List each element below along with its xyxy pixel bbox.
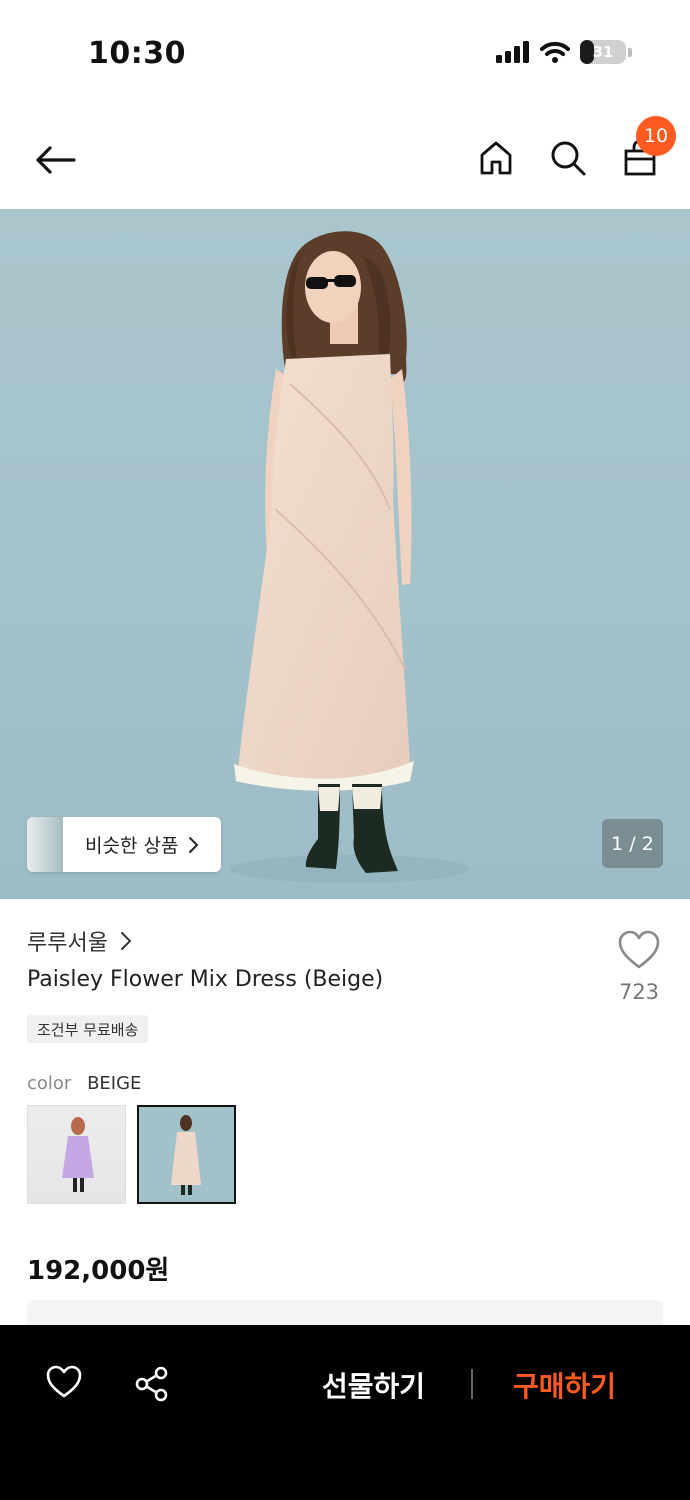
status-icons: 31: [496, 40, 632, 64]
bottom-action-bar: 선물하기 구매하기: [0, 1325, 690, 1500]
product-price: 192,000원: [27, 1256, 170, 1286]
cart-count-badge: 10: [636, 116, 676, 156]
product-name: Paisley Flower Mix Dress (Beige): [27, 967, 384, 992]
bottom-bar-divider: [471, 1369, 473, 1399]
home-icon: [480, 141, 512, 175]
arrow-left-icon: [36, 146, 76, 174]
wishlist-bottom-button[interactable]: [45, 1365, 85, 1405]
cellular-signal-icon: [496, 41, 529, 63]
share-button[interactable]: [133, 1365, 173, 1405]
swatch-photo: [171, 1115, 201, 1195]
status-time: 10:30: [88, 36, 186, 71]
status-bar: 10:30 31: [0, 0, 690, 110]
similar-products-label: 비슷한 상품: [85, 835, 179, 857]
like-count: 723: [618, 980, 660, 1004]
chevron-right-icon: [120, 932, 132, 950]
wishlist-button[interactable]: 723: [612, 930, 666, 1004]
battery-cap: [628, 47, 632, 57]
color-label: color: [27, 1073, 72, 1094]
heart-icon: [618, 930, 660, 969]
color-option-beige[interactable]: [137, 1105, 236, 1204]
swatch-photo: [62, 1117, 94, 1192]
search-icon: [551, 141, 586, 176]
similar-products-button[interactable]: 비슷한 상품: [27, 817, 221, 872]
brand-link[interactable]: 루루서울: [27, 925, 136, 957]
gift-button[interactable]: 선물하기: [322, 1365, 425, 1405]
battery-percent: 31: [592, 43, 614, 61]
top-nav: [0, 110, 690, 210]
color-row: color BEIGE: [27, 1073, 141, 1094]
heart-icon: [46, 1365, 82, 1398]
chevron-right-icon: [189, 836, 199, 853]
product-photo: [230, 231, 470, 883]
brand-name: 루루서울: [27, 931, 108, 956]
image-pager: 1 / 2: [602, 819, 663, 868]
buy-button[interactable]: 구매하기: [513, 1365, 616, 1405]
shipping-badge: 조건부 무료배송: [27, 1015, 149, 1043]
battery-icon: 31: [580, 40, 626, 64]
similar-products-thumbnail: [27, 817, 63, 872]
search-button[interactable]: [546, 136, 590, 180]
home-button[interactable]: [474, 136, 518, 180]
share-icon: [135, 1366, 168, 1402]
wifi-icon: [540, 41, 570, 63]
color-option-lavender[interactable]: [27, 1105, 126, 1204]
back-button[interactable]: [30, 138, 80, 182]
color-value: BEIGE: [87, 1073, 142, 1094]
battery-indicator: 31: [580, 40, 632, 64]
product-image-gallery[interactable]: 비슷한 상품 1 / 2: [0, 209, 690, 899]
